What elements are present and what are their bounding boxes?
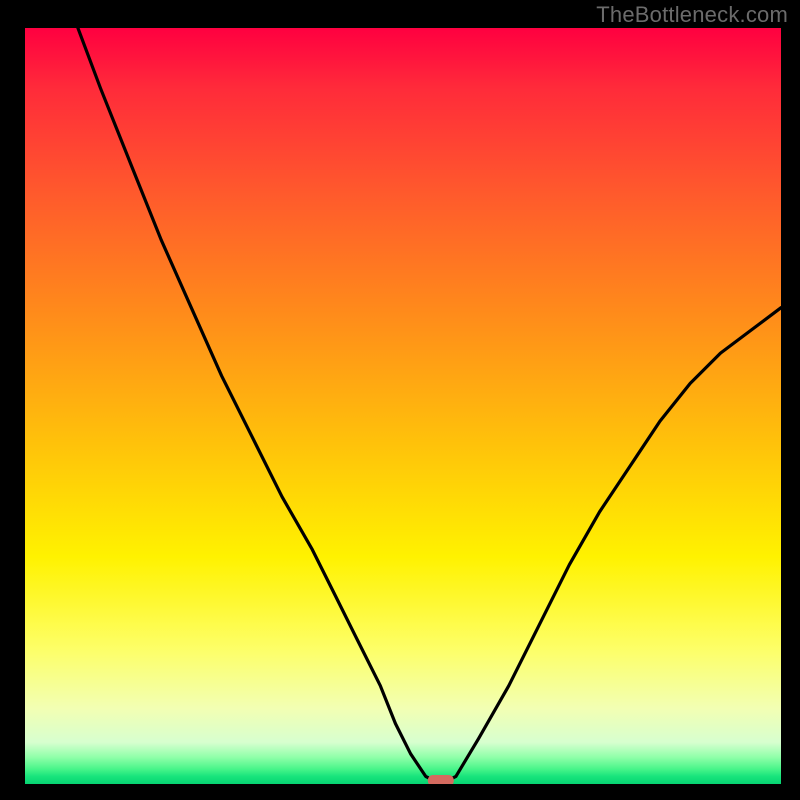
minimum-marker bbox=[428, 775, 454, 784]
watermark-text: TheBottleneck.com bbox=[596, 2, 788, 28]
bottleneck-curve bbox=[78, 28, 781, 784]
plot-area bbox=[25, 28, 781, 784]
chart-svg bbox=[25, 28, 781, 784]
chart-frame: TheBottleneck.com bbox=[0, 0, 800, 800]
